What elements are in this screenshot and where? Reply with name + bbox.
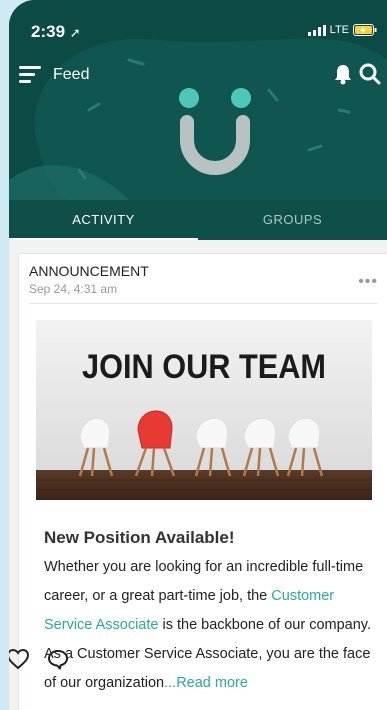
tab-bar: ACTIVITY GROUPS	[9, 200, 387, 240]
post-title: New Position Available!	[44, 528, 235, 547]
comment-bubble-icon[interactable]	[46, 648, 70, 670]
post-date: Sep 24, 4:31 am	[29, 282, 118, 296]
card-header: ANNOUNCEMENT Sep 24, 4:31 am •••	[29, 263, 378, 304]
post-type: ANNOUNCEMENT	[29, 263, 149, 279]
tab-activity[interactable]: ACTIVITY	[9, 200, 198, 240]
status-indicators: LTE	[307, 24, 377, 36]
battery-charging-icon	[353, 24, 377, 36]
network-label: LTE	[329, 24, 349, 36]
post-actions	[9, 648, 129, 678]
location-arrow-icon: ➚	[69, 25, 81, 40]
read-more-link[interactable]: ...Read more	[164, 675, 248, 691]
page-title: Feed	[53, 66, 90, 83]
tab-groups[interactable]: GROUPS	[198, 200, 387, 240]
search-icon[interactable]	[359, 63, 381, 85]
logo-right-eye	[231, 88, 251, 108]
feed-list: ANNOUNCEMENT Sep 24, 4:31 am ••• JOIN OU…	[9, 240, 387, 710]
announcement-card[interactable]: ANNOUNCEMENT Sep 24, 4:31 am ••• JOIN OU…	[18, 253, 387, 710]
post-image[interactable]: JOIN OUR TEAM	[36, 320, 372, 500]
image-headline: JOIN OUR TEAM	[82, 348, 326, 386]
bell-icon[interactable]	[333, 63, 353, 85]
logo-left-eye	[179, 88, 199, 108]
more-options-icon[interactable]: •••	[358, 273, 378, 291]
signal-icon	[307, 24, 326, 36]
status-time: 2:39 ➚	[31, 22, 81, 41]
phone-screen: 2:39 ➚ LTE Feed ACTIVITY GROUPS ANNOUNCE…	[9, 0, 387, 710]
menu-icon[interactable]	[19, 64, 43, 84]
like-heart-icon[interactable]	[9, 648, 30, 670]
